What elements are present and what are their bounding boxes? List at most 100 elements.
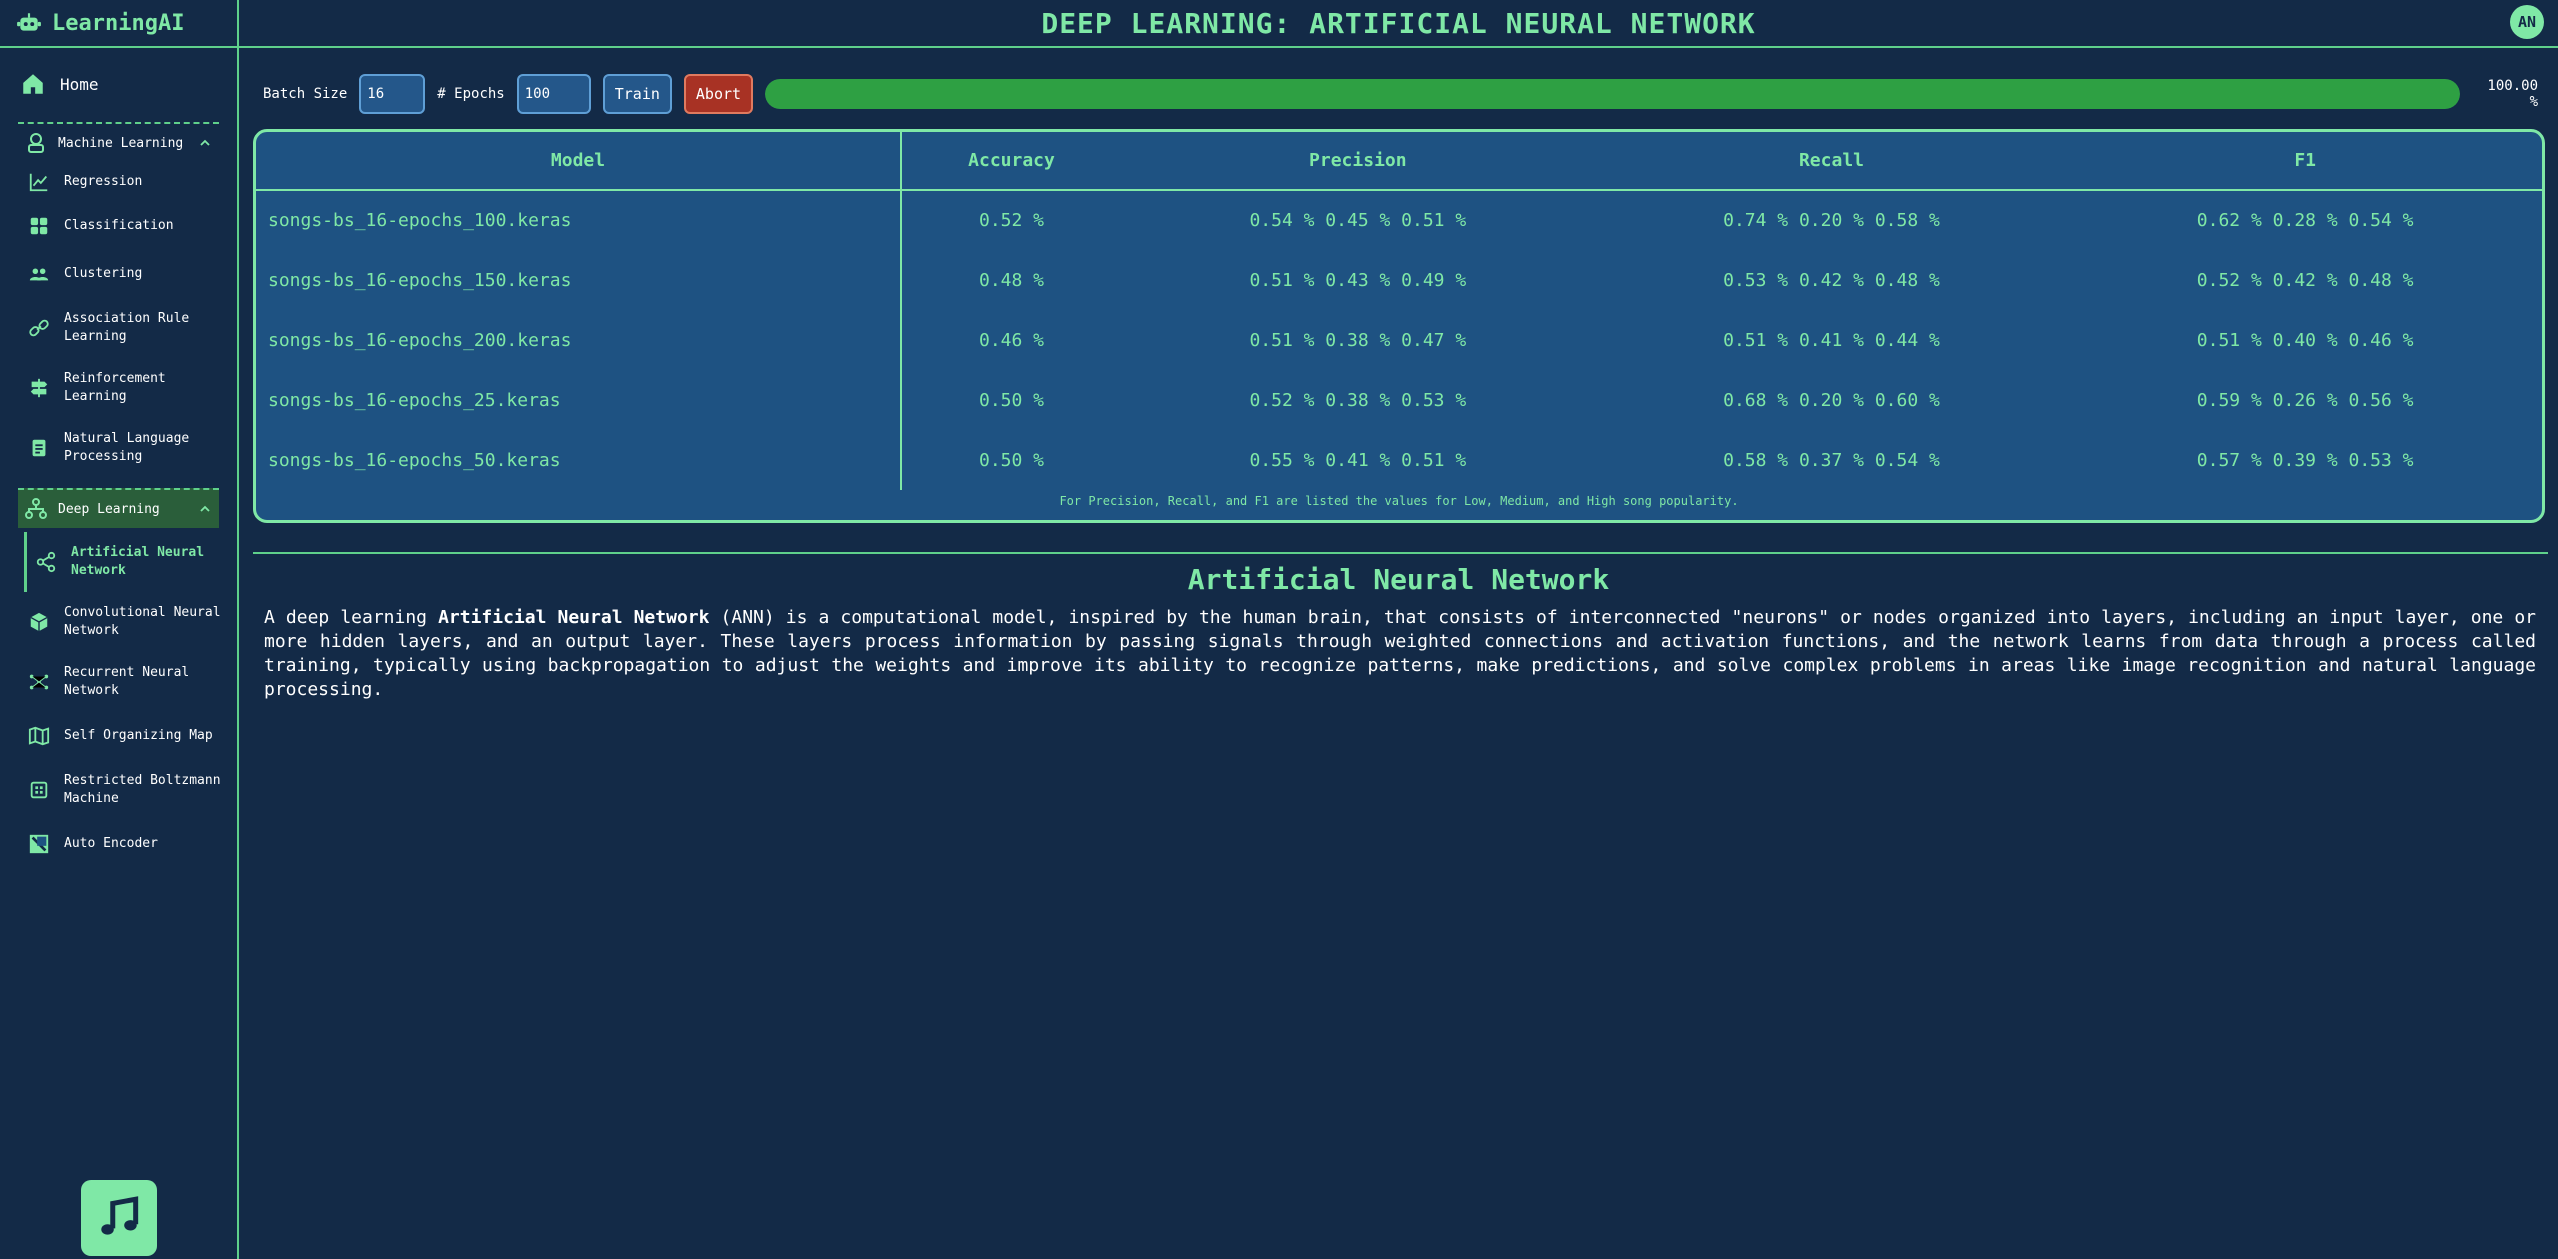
description-term: Artificial Neural Network xyxy=(438,607,710,628)
page-title: DEEP LEARNING: ARTIFICIAL NEURAL NETWORK xyxy=(1041,6,1756,40)
sidebar-item-convolutional-neural-network[interactable]: Convolutional Neural Network xyxy=(28,592,237,652)
model-cell: songs-bs_16-epochs_50.keras xyxy=(256,430,902,490)
music-note-icon xyxy=(101,1196,139,1235)
grid-icon xyxy=(30,217,48,235)
sidebar-item-label: Auto Encoder xyxy=(64,836,158,851)
avatar[interactable]: AN xyxy=(2510,5,2544,39)
sidebar-item-reinforcement-learning[interactable]: Reinforcement Learning xyxy=(28,358,237,418)
home-icon xyxy=(23,74,43,94)
sidebar-item-self-organizing-map[interactable]: Self Organizing Map xyxy=(28,712,237,760)
precision-cell: 0.51 % 0.43 % 0.49 % xyxy=(1249,269,1467,291)
chart-line-icon xyxy=(29,173,48,192)
app-name: LearningAI xyxy=(52,10,185,36)
sidebar-item-label: Classification xyxy=(64,218,174,233)
document-icon xyxy=(32,439,46,457)
sidebar-item-label: Regression xyxy=(64,174,143,189)
sidebar-item-label: Home xyxy=(60,74,99,94)
users-icon xyxy=(29,268,49,281)
epochs-input[interactable] xyxy=(516,74,591,114)
model-cell: songs-bs_16-epochs_150.keras xyxy=(256,250,902,310)
model-cell: songs-bs_16-epochs_25.keras xyxy=(256,370,902,430)
table-header-row: Model Accuracy Precision Recall F1 xyxy=(256,132,2542,191)
accuracy-cell: 0.50 % xyxy=(978,449,1045,471)
accuracy-cell: 0.48 % xyxy=(978,269,1045,291)
section-label: Machine Learning xyxy=(58,135,184,151)
header: DEEP LEARNING: ARTIFICIAL NEURAL NETWORK… xyxy=(239,0,2558,48)
table-footnote: For Precision, Recall, and F1 are listed… xyxy=(1059,494,1739,508)
abort-button[interactable]: Abort xyxy=(683,74,754,114)
sidebar-item-label: Artificial Neural Network xyxy=(71,545,205,578)
model-cell: songs-bs_16-epochs_100.keras xyxy=(256,190,902,250)
music-button[interactable] xyxy=(81,1180,157,1256)
sidebar-item-label: Convolutional Neural Network xyxy=(64,605,221,638)
accuracy-cell: 0.46 % xyxy=(978,329,1045,351)
precision-cell: 0.52 % 0.38 % 0.53 % xyxy=(1249,389,1467,411)
map-icon xyxy=(28,726,50,746)
accuracy-cell: 0.50 % xyxy=(978,389,1045,411)
progress-fill xyxy=(765,79,2460,109)
description-text: A deep learning Artificial Neural Networ… xyxy=(264,606,2536,702)
network-icon xyxy=(29,674,49,690)
chevron-up-icon[interactable] xyxy=(199,503,211,515)
epochs-label: # Epochs xyxy=(437,86,505,102)
table-row[interactable]: songs-bs_16-epochs_100.keras 0.52 % 0.54… xyxy=(256,190,2542,250)
batch-size-label: Batch Size xyxy=(263,86,348,102)
chevron-up-icon[interactable] xyxy=(199,137,211,149)
image-icon xyxy=(29,834,49,854)
share-icon xyxy=(36,551,56,573)
sidebar-item-label: Restricted Boltzmann Machine xyxy=(64,773,221,806)
description-intro: A deep learning xyxy=(264,607,439,628)
f1-cell: 0.51 % 0.40 % 0.46 % xyxy=(2196,329,2414,351)
brand[interactable]: LearningAI xyxy=(0,0,237,48)
accuracy-cell: 0.52 % xyxy=(978,210,1045,231)
description-title: Artificial Neural Network xyxy=(1187,563,1610,596)
f1-cell: 0.57 % 0.39 % 0.53 % xyxy=(2196,449,2414,471)
table-row[interactable]: songs-bs_16-epochs_150.keras 0.48 % 0.51… xyxy=(256,250,2542,310)
precision-cell: 0.51 % 0.38 % 0.47 % xyxy=(1249,329,1467,351)
f1-cell: 0.62 % 0.28 % 0.54 % xyxy=(2196,210,2414,231)
section-label: Deep Learning xyxy=(58,501,160,517)
sidebar-item-restricted-boltzmann-machine[interactable]: Restricted Boltzmann Machine xyxy=(28,760,237,820)
f1-cell: 0.52 % 0.42 % 0.48 % xyxy=(2196,269,2414,291)
table-row[interactable]: songs-bs_16-epochs_200.keras 0.46 % 0.51… xyxy=(256,310,2542,370)
recall-cell: 0.68 % 0.20 % 0.60 % xyxy=(1723,389,1940,411)
sidebar-item-recurrent-neural-network[interactable]: Recurrent Neural Network xyxy=(28,652,237,712)
column-header-precision: Precision xyxy=(1121,132,1595,191)
results-table: Model Accuracy Precision Recall F1 songs… xyxy=(256,132,2542,490)
sidebar-item-label: Self Organizing Map xyxy=(64,728,213,743)
sidebar-item-home[interactable]: Home xyxy=(20,66,237,102)
link-icon xyxy=(29,319,49,337)
recall-cell: 0.58 % 0.37 % 0.54 % xyxy=(1723,449,1940,471)
sidebar-item-nlp[interactable]: Natural Language Processing xyxy=(28,418,237,478)
sidebar-item-clustering[interactable]: Clustering xyxy=(28,250,237,298)
sidebar-item-artificial-neural-network[interactable]: Artificial Neural Network xyxy=(24,532,237,592)
table-row[interactable]: songs-bs_16-epochs_25.keras 0.50 % 0.52 … xyxy=(256,370,2542,430)
sidebar-item-regression[interactable]: Regression xyxy=(28,162,237,202)
recall-cell: 0.53 % 0.42 % 0.48 % xyxy=(1723,269,1940,291)
progress-label: 100.00 % xyxy=(2487,78,2538,110)
f1-cell: 0.59 % 0.26 % 0.56 % xyxy=(2196,389,2414,411)
sidebar-item-label: Reinforcement Learning xyxy=(64,371,166,404)
sidebar-item-association-rule-learning[interactable]: Association Rule Learning xyxy=(28,298,237,358)
sidebar-item-classification[interactable]: Classification xyxy=(28,202,237,250)
results-table-panel: Model Accuracy Precision Recall F1 songs… xyxy=(253,129,2545,523)
section-deep-learning[interactable]: Deep Learning xyxy=(18,488,219,528)
table-row[interactable]: songs-bs_16-epochs_50.keras 0.50 % 0.55 … xyxy=(256,430,2542,490)
column-header-recall: Recall xyxy=(1594,132,2069,191)
training-toolbar: Batch Size # Epochs Train Abort 100.00 % xyxy=(263,74,2538,114)
section-divider xyxy=(253,552,2548,554)
sidebar: LearningAI Home Machine Learning Regress… xyxy=(0,0,239,1259)
column-header-f1: F1 xyxy=(2068,132,2542,191)
train-button[interactable]: Train xyxy=(602,74,672,114)
brain-icon xyxy=(28,133,44,153)
sidebar-item-label: Recurrent Neural Network xyxy=(64,665,190,698)
sidebar-item-label: Natural Language Processing xyxy=(64,431,190,464)
precision-cell: 0.55 % 0.41 % 0.51 % xyxy=(1249,449,1467,471)
batch-size-input[interactable] xyxy=(359,74,426,114)
column-header-model: Model xyxy=(256,132,902,191)
box-icon xyxy=(30,612,48,632)
section-machine-learning[interactable]: Machine Learning xyxy=(18,122,219,162)
recall-cell: 0.51 % 0.41 % 0.44 % xyxy=(1723,329,1940,351)
sidebar-item-auto-encoder[interactable]: Auto Encoder xyxy=(28,820,237,868)
model-cell: songs-bs_16-epochs_200.keras xyxy=(256,310,902,370)
